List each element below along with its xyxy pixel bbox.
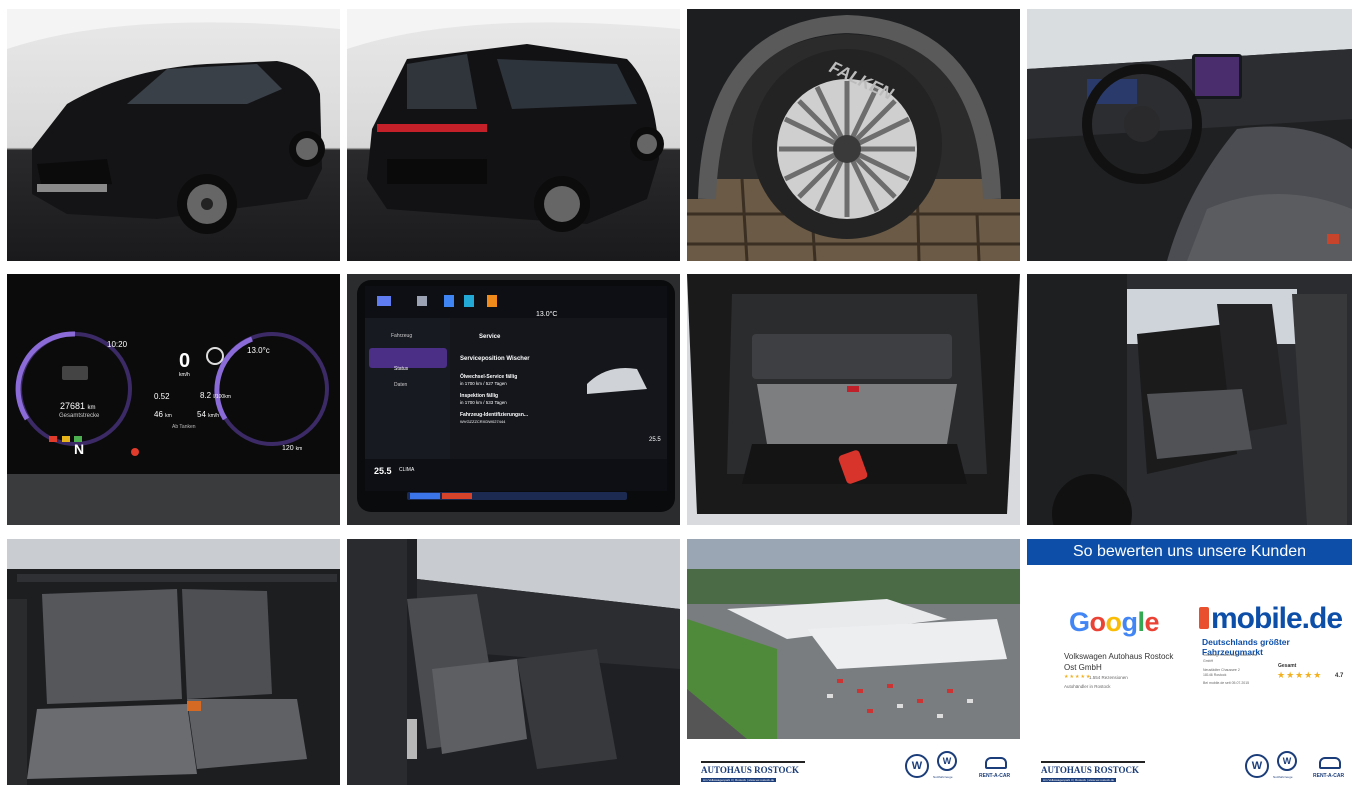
screen-temp-left: 25.5 (374, 466, 392, 476)
cluster-speed: 0 (179, 350, 191, 372)
screen-climate-label: CLIMA (399, 467, 415, 473)
screen-wiper-service: Serviceposition Wischer (460, 356, 530, 362)
mobile-since: Bei mobile.de seit 05.07.2015 (1203, 681, 1250, 685)
screen-vin-label: Fahrzeug-Identifizierungsn... (460, 412, 529, 418)
cluster-time: 10:20 (107, 340, 128, 349)
cluster-speed-unit: km/h (179, 372, 190, 378)
vw-logo-icon: W (905, 754, 929, 778)
screen-oil-service-detail: in 1700 km / 527 Tagen (460, 381, 507, 386)
screen-title: Service (479, 334, 501, 340)
skyline-icon (1041, 749, 1145, 763)
photo-wheel[interactable]: FALKEN (687, 9, 1020, 261)
cluster-range: 120 km (282, 445, 303, 452)
skyline-icon (701, 749, 805, 763)
rentacar-label: RENT-A-CAR (979, 773, 1011, 779)
photo-driver-door-interior[interactable] (347, 539, 680, 785)
vw-commercial-logo-icon: W (937, 751, 957, 771)
cluster-consumption: 0.52 (154, 392, 170, 401)
vw-commercial-logo-icon: W (1277, 751, 1297, 771)
photo-third-row-seats[interactable] (7, 539, 340, 785)
vw-logo-icon: W (1245, 754, 1269, 778)
rentacar-label: RENT-A-CAR (1313, 773, 1345, 779)
google-reviews-count: 1.554 Rezensionen (1089, 675, 1128, 680)
mobile-company-line2: GmbH (1203, 659, 1214, 663)
photo-rear-three-quarter[interactable] (347, 9, 680, 261)
cluster-distance: 46 km (154, 410, 172, 419)
cluster-outside-temp: 13.0°c (247, 346, 270, 355)
photo-gallery: FALKEN 10:20 13.0°c 0 km/h 27681 km Gesa… (0, 0, 1352, 785)
mobile-rating: 4.7 (1335, 673, 1344, 679)
cluster-gear: N (74, 441, 85, 457)
cluster-odometer: 27681 km (60, 401, 96, 411)
screen-oil-service: Ölwechsel-Service fällig (460, 374, 518, 380)
screen-vin: WVGZZZCRXDW027444 (460, 419, 506, 424)
photo-cockpit[interactable] (1027, 9, 1352, 261)
screen-menu-status: Status (394, 366, 409, 372)
photo-dealership-aerial[interactable]: AUTOHAUS ROSTOCK Am Volkswagenpark 3 | R… (687, 539, 1020, 785)
google-stars: ★★★★★ (1064, 674, 1092, 680)
photo-trunk[interactable] (687, 274, 1020, 525)
mobile-stars: ★★★★★ (1277, 670, 1323, 680)
dealer-address: Am Volkswagenpark 3 | Rostock | www.vw-r… (1041, 778, 1117, 782)
commercial-label: Nutzfahrzeuge (933, 775, 953, 779)
screen-temp: 13.0°C (536, 311, 558, 318)
dealer-address: Am Volkswagenpark 3 | Rostock | www.vw-r… (701, 778, 777, 782)
photo-front-three-quarter[interactable] (7, 9, 340, 261)
rentacar-car-icon (985, 757, 1007, 769)
google-company-name: Volkswagen Autohaus Rostock Ost GmbH (1064, 652, 1174, 672)
screen-menu-vehicle: Fahrzeug (391, 333, 413, 339)
google-subtitle: Autohändler in Rostock (1064, 684, 1111, 689)
screen-inspection-detail: in 1700 km / 533 Tagen (460, 400, 507, 405)
cluster-fuel-range: 8.2 l/100km (200, 391, 231, 400)
reviews-header: So bewerten uns unsere Kunden (1027, 539, 1352, 565)
rentacar-car-icon (1319, 757, 1341, 769)
google-logo: Google (1069, 607, 1160, 637)
reviews-tile[interactable]: So bewerten uns unsere Kunden Google Vol… (1027, 539, 1352, 785)
photo-infotainment-screen[interactable]: 13.0°C Fahrzeug Status Daten Service Ser… (347, 274, 680, 525)
screen-inspection: Inspektion fällig (460, 393, 499, 399)
screen-temp-right: 25.5 (649, 437, 661, 443)
screen-menu-data: Daten (394, 382, 408, 388)
cluster-avg-speed: 54 km/h (197, 410, 219, 419)
photo-instrument-cluster[interactable]: 10:20 13.0°c 0 km/h 27681 km Gesamtstrec… (7, 274, 340, 525)
dealer-name: AUTOHAUS ROSTOCK (1041, 765, 1139, 775)
dealer-name: AUTOHAUS ROSTOCK (701, 765, 799, 775)
cluster-odometer-label: Gesamtstrecke (59, 413, 100, 419)
photo-rear-door-open[interactable] (1027, 274, 1352, 525)
mobile-de-logo: mobile.de (1199, 602, 1343, 636)
cluster-refuel-label: Ab Tanken (172, 424, 196, 430)
commercial-label: Nutzfahrzeuge (1273, 775, 1293, 779)
